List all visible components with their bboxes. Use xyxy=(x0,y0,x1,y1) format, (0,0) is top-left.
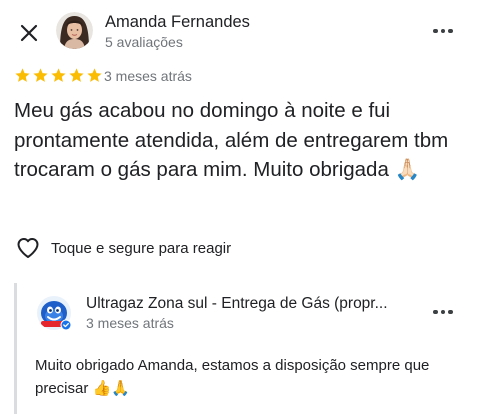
more-dot xyxy=(433,309,438,315)
react-label: Toque e segure para reagir xyxy=(51,239,232,257)
star-icon xyxy=(15,68,30,82)
more-dot xyxy=(440,309,446,315)
react-button[interactable]: Toque e segure para reagir xyxy=(16,236,231,260)
reply-divider xyxy=(14,283,17,414)
verified-badge-icon xyxy=(61,320,71,330)
reviewer-avatar[interactable] xyxy=(56,12,93,49)
review-text: Meu gás acabou no domingo à noite e fui … xyxy=(14,99,449,181)
star-rating xyxy=(14,67,103,84)
reviewer-name[interactable]: Amanda Fernandes xyxy=(105,13,250,32)
heart-outline-icon xyxy=(17,238,39,258)
more-dot xyxy=(448,28,453,34)
more-dot xyxy=(433,28,438,34)
close-button[interactable] xyxy=(14,18,44,48)
star-icon xyxy=(51,68,66,82)
star-icon xyxy=(33,68,48,82)
business-name[interactable]: Ultragaz Zona sul - Entrega de Gás (prop… xyxy=(86,295,388,313)
review-time: 3 meses atrás xyxy=(104,68,192,84)
star-icon xyxy=(69,68,84,82)
reply-more-button[interactable] xyxy=(428,300,458,324)
reply-time: 3 meses atrás xyxy=(86,315,174,331)
star-icon xyxy=(87,68,102,82)
review-more-button[interactable] xyxy=(428,19,458,43)
business-avatar[interactable] xyxy=(35,294,73,332)
more-dot xyxy=(440,28,446,34)
close-icon xyxy=(20,24,38,42)
reply-text: Muito obrigado Amanda, estamos a disposi… xyxy=(35,357,430,397)
reviewer-review-count: 5 avaliações xyxy=(105,34,183,50)
more-dot xyxy=(448,309,453,315)
